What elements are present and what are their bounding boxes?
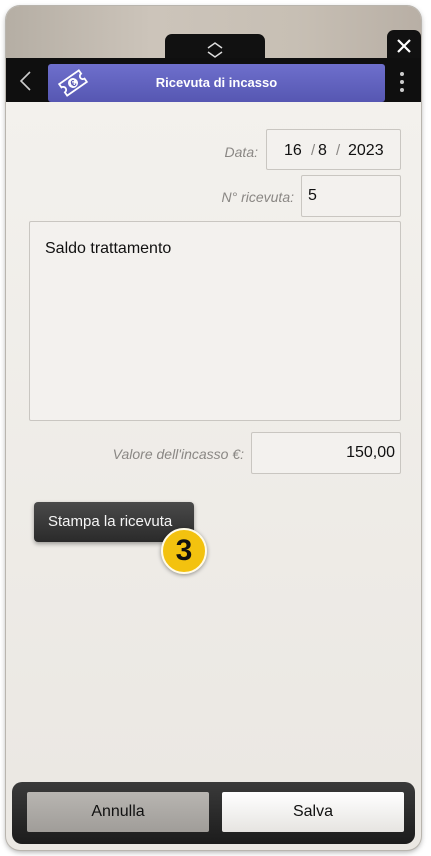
footer-bar: Annulla Salva (12, 782, 415, 844)
more-vertical-icon[interactable] (397, 71, 407, 93)
close-icon (397, 39, 411, 53)
receipt-number-field[interactable]: 5 (301, 175, 401, 217)
header: € Ricevuta di incasso (6, 58, 421, 102)
title-bar: € Ricevuta di incasso (48, 64, 385, 102)
amount-field[interactable]: 150,00 (251, 432, 401, 474)
receipt-number-label: N° ricevuta: (221, 189, 294, 205)
save-button[interactable]: Salva (222, 792, 404, 832)
date-label: Data: (224, 144, 258, 160)
date-year[interactable]: 2023 (348, 142, 384, 160)
chevrons-icon (207, 42, 223, 58)
date-field[interactable]: 16 / 8 / 2023 (266, 129, 401, 170)
app-window: € Ricevuta di incasso Data: 16 / 8 / 202… (6, 6, 421, 850)
date-separator: / (311, 142, 316, 159)
date-month[interactable]: 8 (318, 142, 327, 160)
form-area: Data: 16 / 8 / 2023 N° ricevuta: 5 Saldo… (6, 102, 421, 782)
page-title: Ricevuta di incasso (155, 75, 278, 90)
amount-label: Valore dell'incasso €: (112, 446, 244, 462)
back-chevron-icon[interactable] (16, 70, 36, 92)
description-textarea[interactable]: Saldo trattamento (29, 221, 401, 421)
date-separator: / (336, 142, 341, 159)
step-badge: 3 (161, 528, 207, 574)
date-day[interactable]: 16 (284, 142, 302, 160)
cancel-button[interactable]: Annulla (27, 792, 209, 832)
